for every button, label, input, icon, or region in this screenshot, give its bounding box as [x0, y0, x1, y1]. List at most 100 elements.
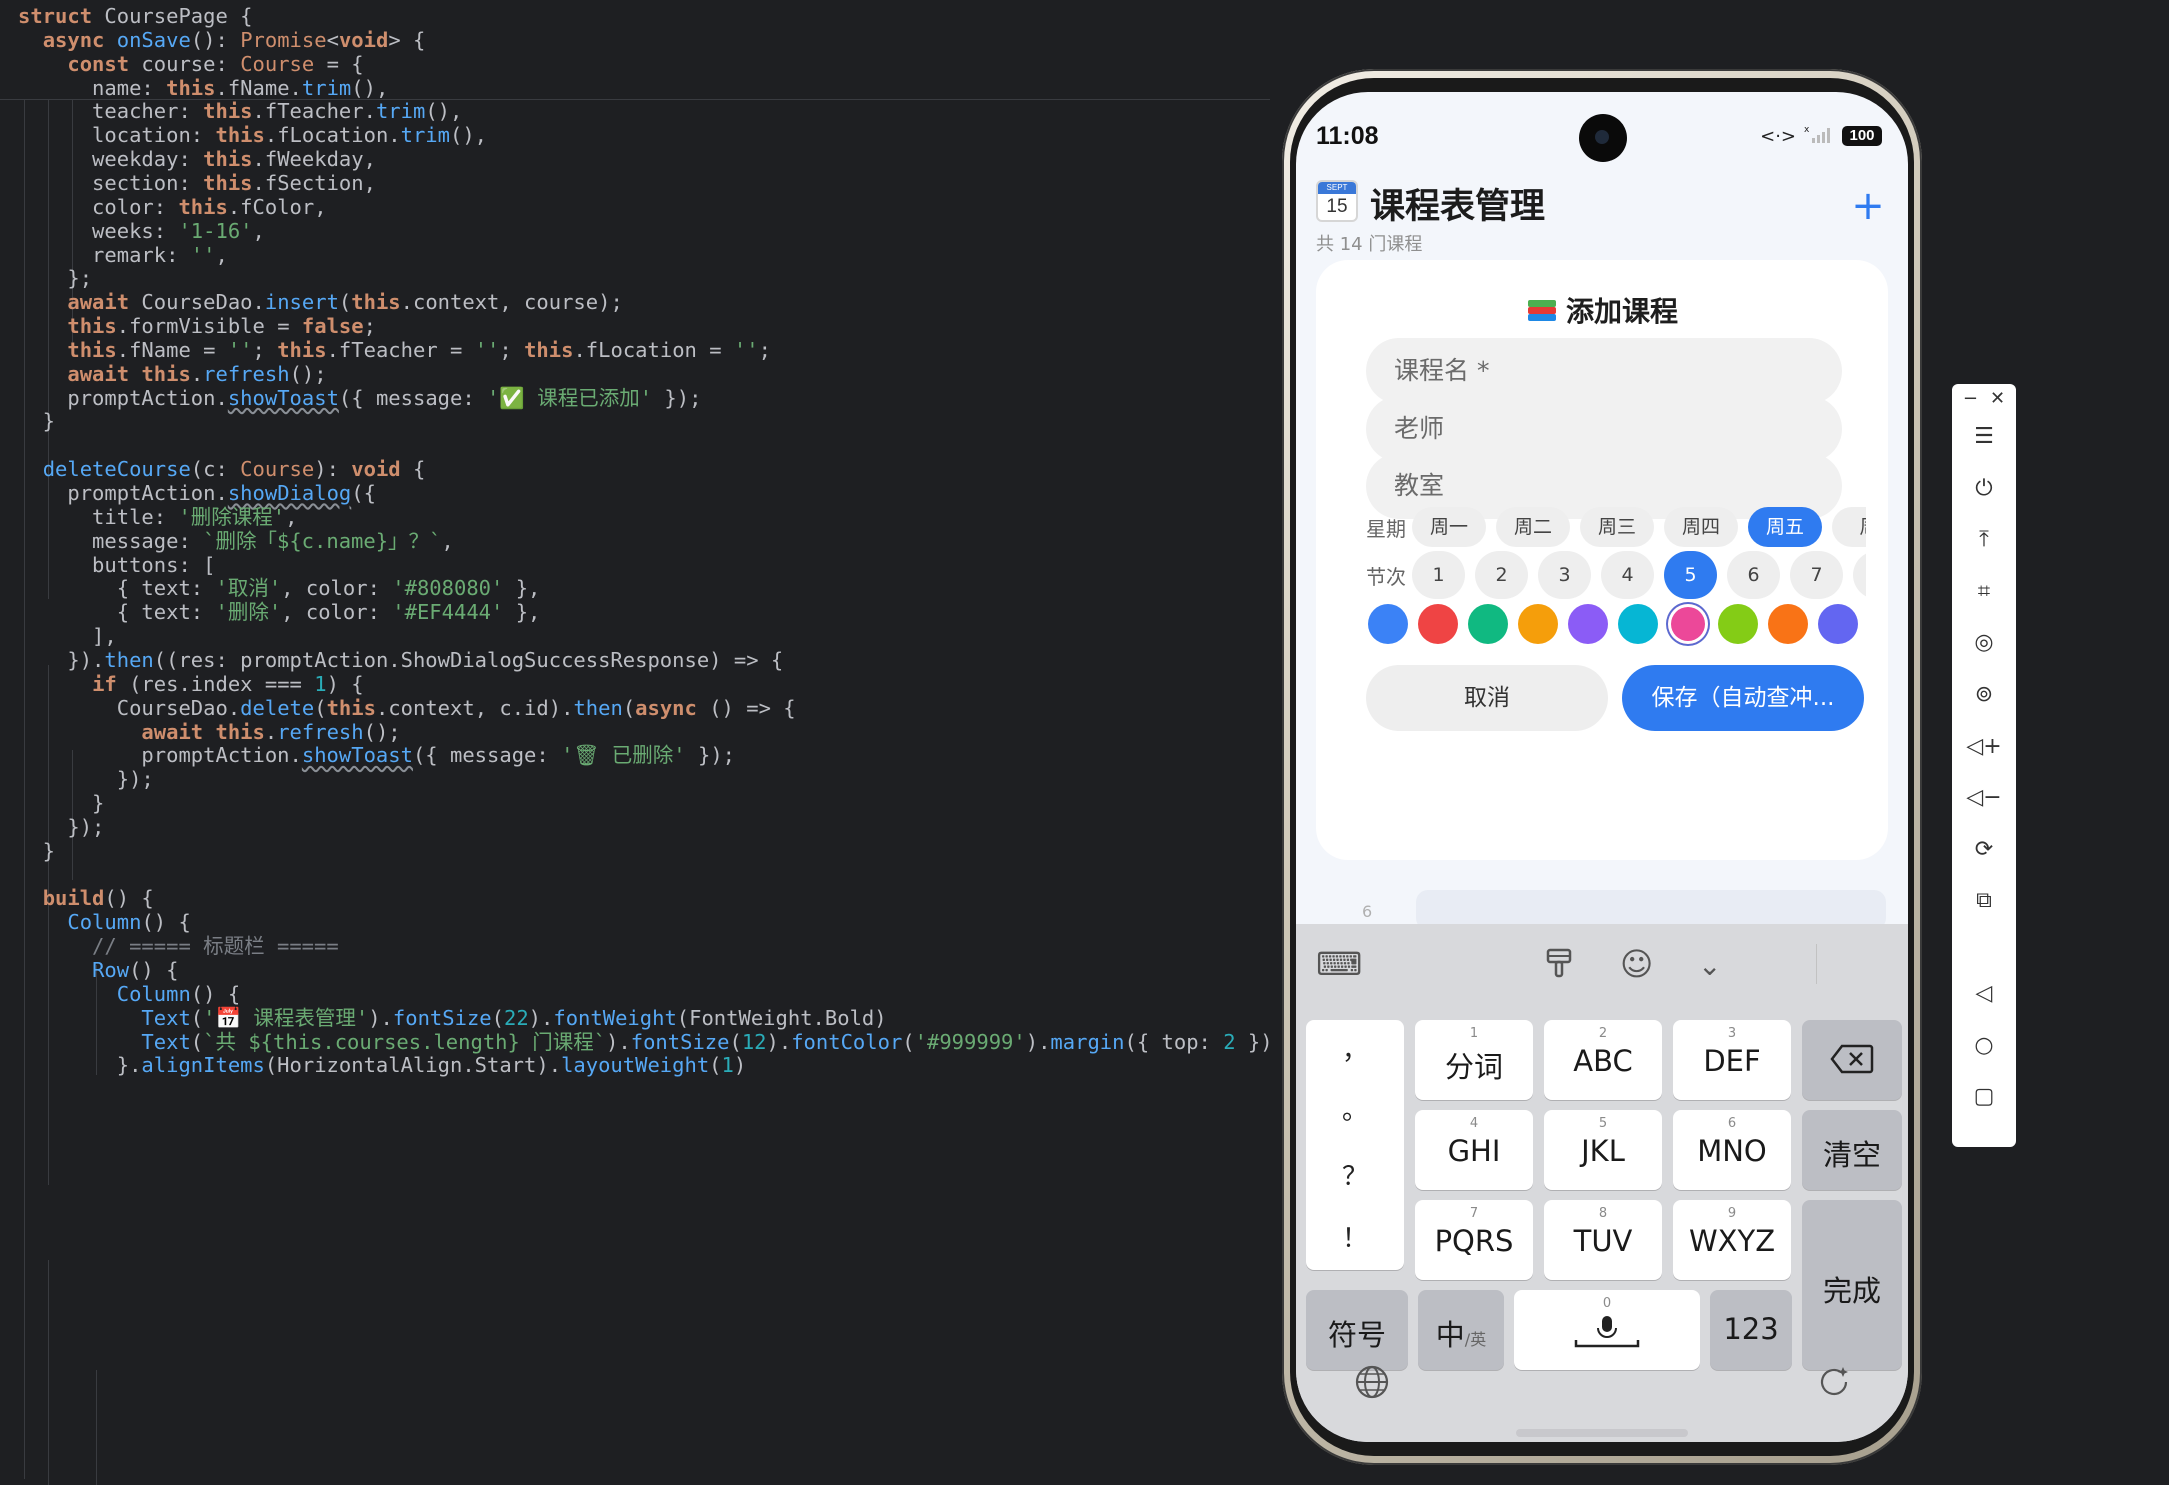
keyboard-settings-icon[interactable]: ⌨ [1316, 946, 1362, 982]
app-header: SEPT 15 课程表管理 共 14 门课程 + [1316, 174, 1888, 264]
key-9[interactable]: 9 WXYZ [1673, 1200, 1791, 1280]
color-swatch-selected[interactable] [1668, 604, 1708, 644]
pin-top-icon[interactable]: ⤒ [1952, 527, 2016, 552]
punct-key[interactable]: ？ [1306, 1156, 1404, 1193]
volume-up-icon[interactable]: ◁+ [1952, 734, 2016, 759]
key-8[interactable]: 8 TUV [1544, 1200, 1662, 1280]
section-chip[interactable]: 2 [1475, 551, 1528, 599]
key-5[interactable]: 5 JKL [1544, 1110, 1662, 1190]
color-swatch[interactable] [1368, 604, 1408, 644]
key-6[interactable]: 6 MNO [1673, 1110, 1791, 1190]
number-keyboard-key[interactable]: 123 [1710, 1290, 1792, 1370]
key-3[interactable]: 3 DEF [1673, 1020, 1791, 1100]
color-picker [1368, 604, 1858, 644]
cancel-button[interactable]: 取消 [1366, 665, 1608, 731]
rotate-icon[interactable]: ⟳ [1952, 837, 2016, 862]
done-key[interactable]: 完成 [1802, 1200, 1902, 1370]
key-4[interactable]: 4 GHI [1415, 1110, 1533, 1190]
course-count: 共 14 门课程 [1316, 234, 1423, 255]
color-swatch[interactable] [1418, 604, 1458, 644]
minimize-icon[interactable]: − [1963, 388, 1978, 409]
svg-text:x: x [1804, 125, 1810, 135]
form-title: 添加课程 [1316, 290, 1888, 330]
indent-guide [96, 1370, 97, 1485]
close-icon[interactable]: ✕ [1990, 388, 2005, 409]
calendar-icon: SEPT 15 [1316, 180, 1358, 222]
weekday-chip[interactable]: 周二 [1496, 507, 1570, 547]
code-editor[interactable]: struct CoursePage { async onSave(): Prom… [0, 0, 1270, 1485]
section-chip[interactable]: 6 [1727, 551, 1780, 599]
weekday-chip-selected[interactable]: 周五 [1748, 507, 1822, 547]
symbol-key[interactable]: 符号 [1306, 1290, 1408, 1370]
section-label: 节次 [1366, 564, 1406, 589]
emoji-icon[interactable]: ☺ [1620, 946, 1653, 982]
books-icon [1526, 298, 1558, 324]
code-line[interactable]: } [18, 835, 55, 868]
key-1[interactable]: 1 分词 [1415, 1020, 1533, 1100]
weekday-chip[interactable]: 周 [1832, 507, 1866, 547]
screenshot-icon[interactable]: ⊚ [1952, 682, 2016, 707]
weekday-selector: 星期 周一 周二 周三 周四 周五 周 [1366, 505, 1866, 549]
keyboard-toolbar: ⌨ ☺ ⌄ [1296, 924, 1908, 1006]
add-course-form: 添加课程 课程名 * 老师 教室 星期 周一 周二 周三 周四 周五 周 节次 … [1316, 260, 1888, 860]
color-swatch[interactable] [1518, 604, 1558, 644]
clear-key[interactable]: 清空 [1802, 1110, 1902, 1190]
globe-icon[interactable] [1354, 1364, 1390, 1409]
phone-screen[interactable]: 11:08 <·> x 100 SEPT 15 课程表管理 共 14 门课程 +… [1296, 92, 1908, 1442]
volume-down-icon[interactable]: ◁− [1952, 785, 2016, 810]
crop-icon[interactable]: ⌗ [1952, 579, 2016, 604]
menu-icon[interactable]: ☰ [1952, 424, 2016, 449]
collapse-keyboard-icon[interactable]: ⌄ [1698, 948, 1721, 984]
weekday-label: 星期 [1366, 516, 1406, 541]
course-name-input[interactable]: 课程名 * [1366, 338, 1842, 404]
space-key[interactable]: 0 [1514, 1290, 1700, 1370]
ai-assist-icon[interactable] [1816, 1364, 1852, 1409]
status-time: 11:08 [1316, 122, 1379, 150]
indent-guide [48, 1260, 49, 1485]
home-icon[interactable]: ○ [1952, 1033, 2016, 1058]
section-selector: 节次 1 2 3 4 5 6 7 [1366, 547, 1866, 603]
punct-key[interactable]: ！ [1306, 1218, 1404, 1255]
section-chip[interactable]: 1 [1412, 551, 1465, 599]
network-icon: <·> [1760, 125, 1796, 147]
list-section-number: 6 [1362, 902, 1373, 921]
paint-brush-icon[interactable] [1544, 946, 1574, 989]
add-course-button[interactable]: + [1848, 186, 1888, 226]
battery-icon: 100 [1842, 126, 1882, 146]
color-swatch[interactable] [1718, 604, 1758, 644]
section-chip-selected[interactable]: 5 [1664, 551, 1717, 599]
signal-bars-icon: x [1804, 124, 1834, 148]
key-7[interactable]: 7 PQRS [1415, 1200, 1533, 1280]
status-bar: 11:08 <·> x 100 [1296, 92, 1908, 180]
color-swatch[interactable] [1568, 604, 1608, 644]
key-2[interactable]: 2 ABC [1544, 1020, 1662, 1100]
backspace-key[interactable] [1802, 1020, 1902, 1100]
multi-device-icon[interactable]: ⧉ [1952, 888, 2016, 913]
save-button[interactable]: 保存（自动查冲... [1622, 665, 1864, 731]
emulator-side-toolbar: − ✕ ☰ ⏻ ⤒ ⌗ ◎ ⊚ ◁+ ◁− ⟳ ⧉ ◁ ○ ▢ [1952, 384, 2016, 1147]
code-line[interactable]: promptAction.showToast({ message: '✅ 课程已… [18, 382, 701, 415]
code-line[interactable]: } [18, 405, 55, 438]
weekday-chip[interactable]: 周一 [1412, 507, 1486, 547]
punct-key[interactable]: ， [1306, 1030, 1404, 1067]
language-switch-key[interactable]: 中/英 [1418, 1290, 1504, 1370]
color-swatch[interactable] [1818, 604, 1858, 644]
back-icon[interactable]: ◁ [1952, 981, 2016, 1006]
punct-key[interactable]: 。 [1306, 1090, 1404, 1127]
code-line[interactable]: }.alignItems(HorizontalAlign.Start).layo… [18, 1049, 746, 1082]
home-indicator[interactable] [1516, 1429, 1688, 1437]
punctuation-column[interactable]: ， 。 ？ ！ [1306, 1020, 1404, 1270]
weekday-chip[interactable]: 周三 [1580, 507, 1654, 547]
section-chip[interactable]: 3 [1538, 551, 1591, 599]
section-chip[interactable]: 4 [1601, 551, 1654, 599]
weekday-chip[interactable]: 周四 [1664, 507, 1738, 547]
soft-keyboard: ⌨ ☺ ⌄ ， 。 ？ ！ 1 分词 2 ABC 3 DEF 4 GHI 5 JKL 6M… [1296, 924, 1908, 1442]
color-swatch[interactable] [1468, 604, 1508, 644]
color-swatch[interactable] [1768, 604, 1808, 644]
power-icon[interactable]: ⏻ [1952, 476, 2016, 501]
section-chip[interactable]: 7 [1790, 551, 1843, 599]
record-icon[interactable]: ◎ [1952, 630, 2016, 655]
color-swatch[interactable] [1618, 604, 1658, 644]
recent-icon[interactable]: ▢ [1952, 1084, 2016, 1109]
section-chip[interactable] [1853, 551, 1866, 599]
